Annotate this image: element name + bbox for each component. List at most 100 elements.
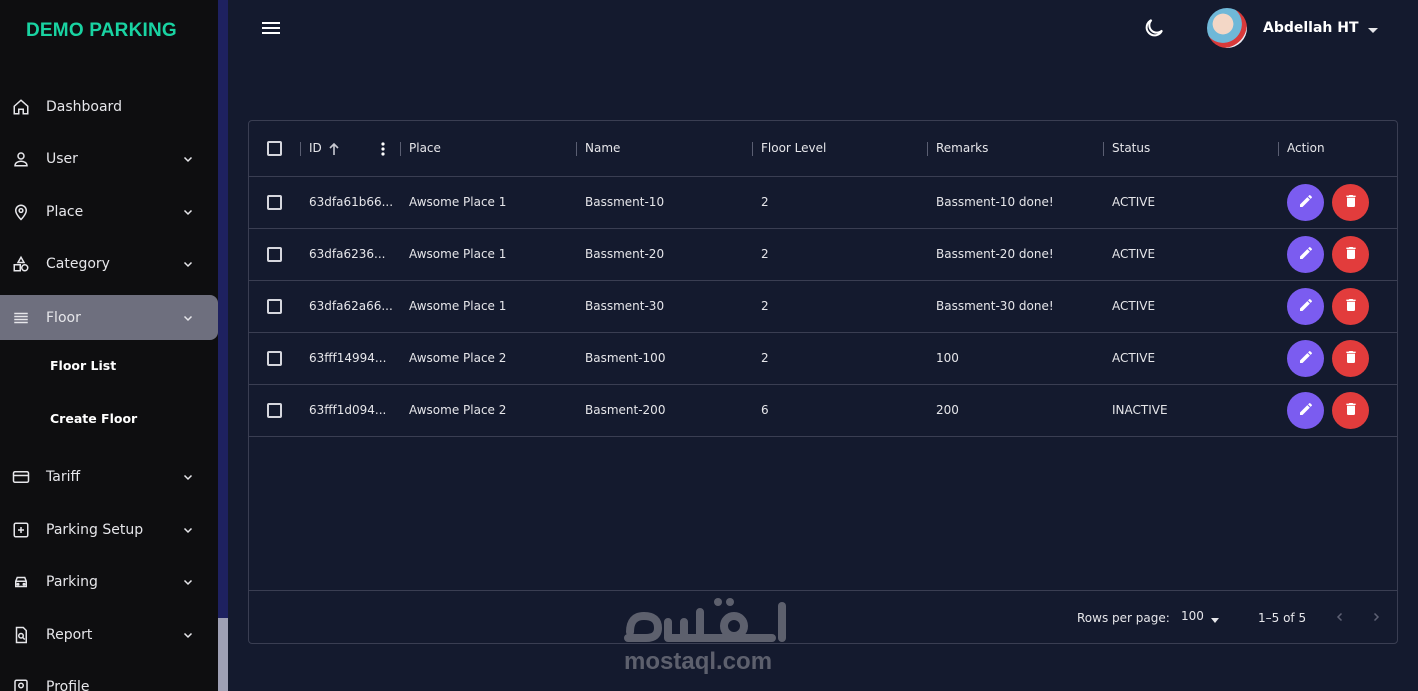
caret-down-icon[interactable]: [1209, 611, 1221, 623]
brand-logo: DEMO PARKING: [26, 20, 177, 41]
sidebar-item-floor[interactable]: Floor: [0, 295, 218, 340]
sidebar-item-place[interactable]: Place: [0, 189, 218, 234]
cell-floor-level: 6: [761, 403, 769, 417]
delete-button[interactable]: [1332, 288, 1369, 325]
table-header: ID Place Name Floor Level Remarks Status…: [249, 121, 1397, 177]
chevron-down-icon: [181, 311, 195, 325]
row-checkbox[interactable]: [267, 299, 282, 314]
cell-remarks: 200: [936, 403, 959, 417]
sidebar-item-label: Parking: [46, 573, 98, 590]
edit-button[interactable]: [1287, 392, 1324, 429]
edit-button[interactable]: [1287, 236, 1324, 273]
pencil-icon: [1298, 193, 1314, 213]
chevron-down-icon: [181, 257, 195, 271]
column-header-id[interactable]: ID: [309, 141, 322, 155]
column-separator: [1278, 142, 1279, 156]
chevron-down-icon: [181, 205, 195, 219]
card-icon: [11, 467, 31, 487]
chevron-left-icon[interactable]: [1330, 607, 1350, 627]
cell-status: ACTIVE: [1112, 195, 1156, 209]
row-checkbox[interactable]: [267, 403, 282, 418]
column-separator: [300, 142, 301, 156]
sidebar-subitem-create-floor[interactable]: Create Floor: [50, 411, 137, 426]
person-icon: [11, 149, 31, 169]
select-all-checkbox[interactable]: [267, 141, 282, 156]
sidebar-item-dashboard[interactable]: Dashboard: [0, 84, 218, 129]
column-separator: [576, 142, 577, 156]
sidebar-scrollbar-track[interactable]: [218, 0, 228, 691]
arrow-up-icon[interactable]: [328, 141, 340, 160]
delete-button[interactable]: [1332, 236, 1369, 273]
row-checkbox[interactable]: [267, 195, 282, 210]
table-row[interactable]: 63dfa61b66... Awsome Place 1 Bassment-10…: [249, 177, 1397, 229]
cell-name: Bassment-20: [585, 247, 665, 261]
sidebar-item-label: Tariff: [46, 468, 81, 485]
cell-floor-level: 2: [761, 195, 769, 209]
caret-down-icon[interactable]: [1366, 22, 1380, 36]
sidebar-scrollbar-thumb[interactable]: [218, 618, 228, 691]
cell-id: 63dfa61b66...: [309, 195, 394, 209]
sidebar-subitem-floor-list[interactable]: Floor List: [50, 358, 116, 373]
cell-place: Awsome Place 1: [409, 195, 507, 209]
chevron-down-icon: [181, 523, 195, 537]
sidebar-item-report[interactable]: Report: [0, 612, 218, 657]
table-row[interactable]: 63fff1d094... Awsome Place 2 Basment-200…: [249, 385, 1397, 437]
cell-id: 63fff1d094...: [309, 403, 387, 417]
cell-remarks: Bassment-20 done!: [936, 247, 1054, 261]
table-row[interactable]: 63dfa6236... Awsome Place 1 Bassment-20 …: [249, 229, 1397, 281]
column-header-name[interactable]: Name: [585, 141, 620, 155]
chevron-down-icon: [181, 628, 195, 642]
sidebar-item-category[interactable]: Category: [0, 241, 218, 286]
edit-button[interactable]: [1287, 288, 1324, 325]
cell-name: Basment-100: [585, 351, 666, 365]
moon-icon[interactable]: [1142, 16, 1166, 40]
cell-floor-level: 2: [761, 351, 769, 365]
trash-icon: [1343, 297, 1359, 317]
hamburger-menu-icon[interactable]: [260, 17, 282, 39]
user-name[interactable]: Abdellah HT: [1263, 20, 1359, 36]
trash-icon: [1343, 245, 1359, 265]
rows-per-page-select[interactable]: 100: [1181, 609, 1204, 623]
cell-id: 63dfa6236...: [309, 247, 386, 261]
sidebar-item-parking-setup[interactable]: Parking Setup: [0, 507, 218, 552]
cell-id: 63dfa62a66...: [309, 299, 393, 313]
cell-remarks: Bassment-10 done!: [936, 195, 1054, 209]
sidebar-item-label: Dashboard: [46, 98, 122, 115]
edit-button[interactable]: [1287, 184, 1324, 221]
sidebar-item-tariff[interactable]: Tariff: [0, 454, 218, 499]
delete-button[interactable]: [1332, 184, 1369, 221]
category-shapes-icon: [11, 254, 31, 274]
watermark-logo: [624, 598, 786, 642]
sidebar-item-profile[interactable]: Profile: [0, 664, 218, 691]
row-checkbox[interactable]: [267, 247, 282, 262]
cell-status: ACTIVE: [1112, 351, 1156, 365]
location-pin-icon: [11, 202, 31, 222]
column-header-status[interactable]: Status: [1112, 141, 1150, 155]
cell-place: Awsome Place 1: [409, 247, 507, 261]
list-lines-icon: [11, 308, 31, 328]
table-row[interactable]: 63dfa62a66... Awsome Place 1 Bassment-30…: [249, 281, 1397, 333]
delete-button[interactable]: [1332, 392, 1369, 429]
floor-data-grid: ID Place Name Floor Level Remarks Status…: [248, 120, 1398, 644]
column-header-floor-level[interactable]: Floor Level: [761, 141, 826, 155]
trash-icon: [1343, 193, 1359, 213]
home-icon: [11, 97, 31, 117]
row-checkbox[interactable]: [267, 351, 282, 366]
sidebar-item-user[interactable]: User: [0, 136, 218, 181]
table-row[interactable]: 63fff14994... Awsome Place 2 Basment-100…: [249, 333, 1397, 385]
car-icon: [11, 572, 31, 592]
add-box-icon: [11, 520, 31, 540]
edit-button[interactable]: [1287, 340, 1324, 377]
column-menu-icon[interactable]: [380, 141, 386, 160]
document-search-icon: [11, 625, 31, 645]
chevron-right-icon[interactable]: [1366, 607, 1386, 627]
pencil-icon: [1298, 245, 1314, 265]
column-header-remarks[interactable]: Remarks: [936, 141, 988, 155]
cell-place: Awsome Place 2: [409, 403, 507, 417]
sidebar-item-label: Category: [46, 255, 110, 272]
pencil-icon: [1298, 349, 1314, 369]
delete-button[interactable]: [1332, 340, 1369, 377]
avatar[interactable]: [1207, 8, 1247, 48]
column-header-place[interactable]: Place: [409, 141, 441, 155]
sidebar-item-parking[interactable]: Parking: [0, 559, 218, 604]
